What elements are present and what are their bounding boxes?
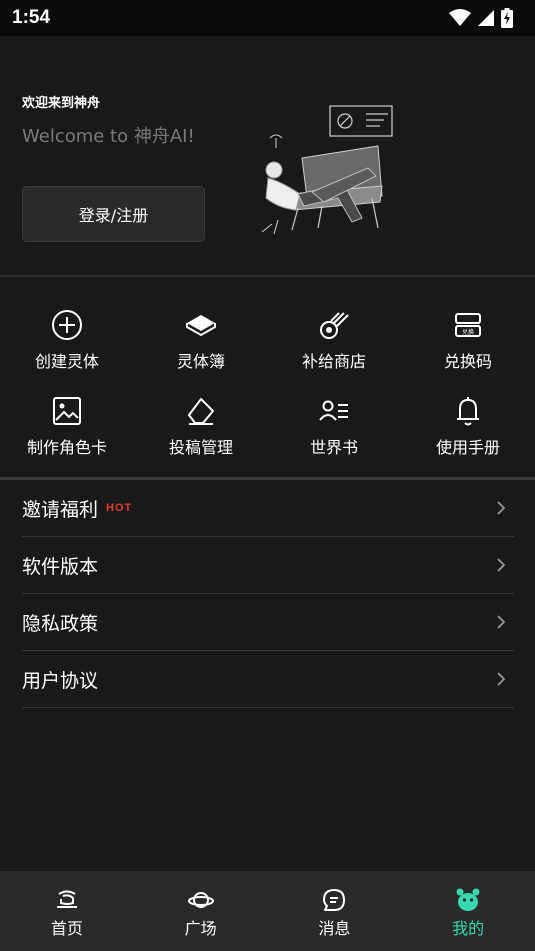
grid-label: 投稿管理	[168, 438, 233, 457]
grid-label: 世界书	[309, 438, 358, 457]
grid-label: 使用手册	[435, 438, 500, 457]
chevron-right-icon	[497, 672, 506, 686]
grid-item-submission-management[interactable]: 投稿管理	[134, 394, 268, 464]
feature-grid: 创建灵体 灵体簿 补给商店 兑换 兑换码 制作角色卡 投稿管理 世界书 使用手册	[0, 300, 535, 470]
bell-icon	[451, 394, 485, 428]
grid-item-make-character-card[interactable]: 制作角色卡	[0, 394, 134, 464]
grid-item-user-manual[interactable]: 使用手册	[401, 394, 535, 464]
grid-item-redeem-code[interactable]: 兑换 兑换码	[401, 308, 535, 378]
home-icon	[54, 887, 80, 913]
status-time: 1:54	[12, 7, 51, 28]
grid-item-supply-store[interactable]: 补给商店	[267, 308, 401, 378]
image-card-icon	[50, 394, 84, 428]
nav-tab-messages[interactable]: 消息	[268, 871, 402, 951]
grid-label: 灵体簿	[176, 352, 225, 371]
menu-label: 邀请福利	[22, 498, 99, 521]
chevron-right-icon	[497, 615, 506, 629]
message-icon	[321, 887, 347, 913]
bear-face-icon	[455, 887, 481, 913]
nav-tab-home[interactable]: 首页	[0, 871, 134, 951]
bottom-nav: 首页 广场 消息 我的	[0, 871, 535, 951]
relaxing-person-illustration	[261, 105, 393, 235]
profile-header: 欢迎来到神舟 Welcome to 神舟AI! 登录/注册	[0, 36, 535, 276]
plus-circle-icon	[50, 308, 84, 342]
eraser-icon	[184, 394, 218, 428]
grid-label: 创建灵体	[34, 352, 99, 371]
grid-item-spirit-book[interactable]: 灵体簿	[134, 308, 268, 378]
person-list-icon	[317, 394, 351, 428]
grid-item-world-book[interactable]: 世界书	[267, 394, 401, 464]
header-divider	[0, 275, 535, 277]
signal-icon	[478, 10, 494, 26]
planet-icon	[187, 887, 214, 913]
grid-item-create-spirit[interactable]: 创建灵体	[0, 308, 134, 378]
menu-row-user-agreement[interactable]: 用户协议	[22, 651, 514, 708]
menu-row-privacy-policy[interactable]: 隐私政策	[22, 594, 514, 651]
hot-badge: HOT	[106, 502, 133, 514]
nav-label: 消息	[318, 919, 351, 938]
redeem-icon-text: 兑换	[462, 328, 474, 336]
nav-label: 我的	[452, 919, 485, 938]
book-icon	[184, 308, 218, 342]
menu-label: 隐私政策	[22, 612, 99, 635]
nav-tab-mine[interactable]: 我的	[401, 871, 535, 951]
grid-label: 兑换码	[443, 352, 492, 371]
grid-label: 制作角色卡	[26, 438, 107, 457]
welcome-subtitle: Welcome to 神舟AI!	[22, 126, 195, 147]
menu-row-invite-rewards[interactable]: 邀请福利 HOT	[22, 480, 514, 537]
menu-label: 用户协议	[22, 669, 99, 692]
status-bar: 1:54	[0, 0, 535, 36]
redeem-ticket-icon: 兑换	[451, 308, 485, 342]
welcome-title: 欢迎来到神舟	[22, 96, 101, 111]
settings-menu: 邀请福利 HOT 软件版本 隐私政策 用户协议	[22, 480, 514, 708]
nav-label: 广场	[184, 919, 217, 938]
chevron-right-icon	[497, 558, 506, 572]
grid-label: 补给商店	[301, 352, 366, 371]
battery-icon	[501, 8, 513, 28]
profile-screen: 1:54 欢迎来到神舟 Welcome to 神舟AI! 登录/注册 创建灵体 …	[0, 0, 535, 951]
chevron-right-icon	[497, 501, 506, 515]
nav-label: 首页	[50, 919, 83, 938]
comet-icon	[317, 308, 351, 342]
nav-tab-plaza[interactable]: 广场	[134, 871, 268, 951]
status-icons	[449, 8, 513, 28]
wifi-icon	[449, 9, 471, 26]
menu-row-software-version[interactable]: 软件版本	[22, 537, 514, 594]
menu-label: 软件版本	[22, 555, 99, 578]
login-register-button[interactable]: 登录/注册	[22, 186, 205, 242]
